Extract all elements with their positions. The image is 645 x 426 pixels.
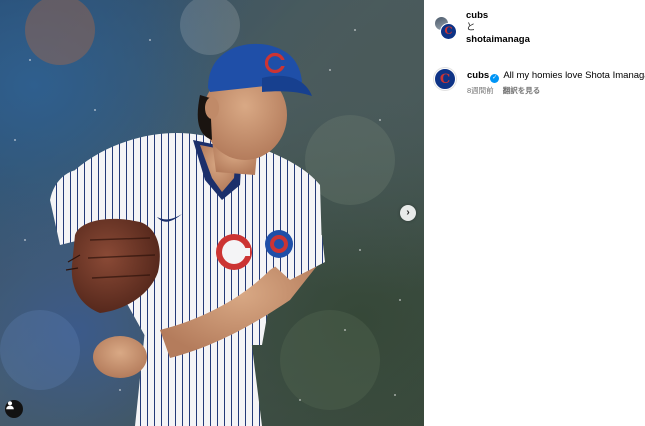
cubs-logo-icon: C [444,25,453,37]
pitcher-photo-illustration [0,0,401,426]
verified-badge-icon: ✓ [490,74,500,83]
person-icon [6,401,14,410]
caption-line: cubs ✓ All my homies love Shota Imanaga [467,70,645,83]
chevron-right-icon: › [406,207,410,218]
cubs-logo-icon: C [439,71,451,87]
post-header: C cubs と shotaimanaga [424,0,645,58]
collaborator-names: cubs と shotaimanaga [466,10,530,46]
timestamp[interactable]: 8週間前 [467,86,494,95]
carousel-next-button[interactable]: › [400,205,416,221]
post-photo[interactable]: › [0,0,424,426]
collaborator-avatars[interactable]: C [434,16,458,42]
collaborator-username[interactable]: shotaimanaga [466,34,530,46]
caption-username[interactable]: cubs [467,70,489,81]
collaborator-username[interactable]: cubs [466,10,530,22]
avatar: C [440,23,457,40]
post-side-panel: C cubs と shotaimanaga C cubs ✓ All my hom… [424,0,645,426]
user-tags-button[interactable] [5,400,23,418]
see-translation-link[interactable]: 翻訳を見る [503,86,541,95]
avatar[interactable]: C [434,68,456,90]
collab-joiner: と [466,22,476,33]
caption-meta: 8週間前 翻訳を見る [467,85,540,96]
caption-text: All my homies love Shota Imanaga [503,70,645,81]
